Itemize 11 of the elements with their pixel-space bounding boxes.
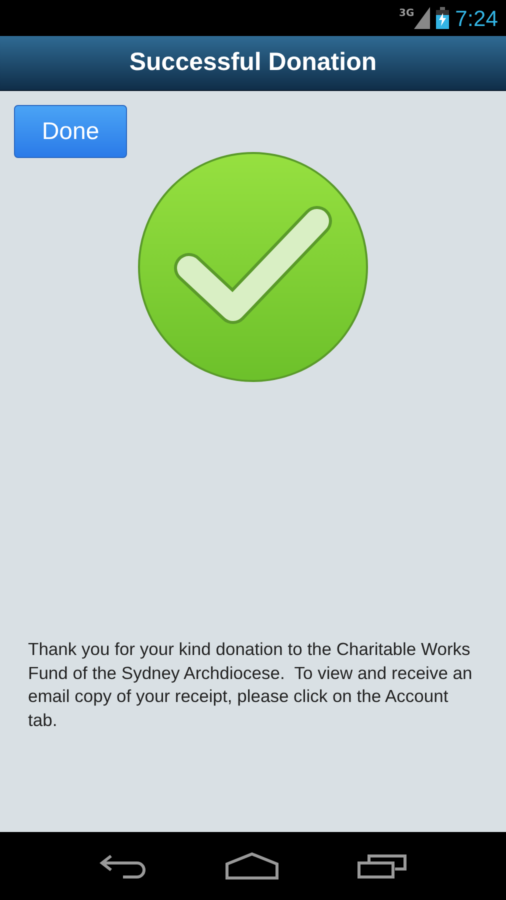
home-icon[interactable] (225, 852, 279, 880)
clock: 7:24 (455, 4, 498, 32)
confirmation-message: Thank you for your kind donation to the Charitable Works Fund of the Sydney Archdiocese. To view and receive an email copy of your receipt, please click on the Account tab. (28, 638, 474, 732)
recent-apps-icon[interactable] (357, 853, 407, 879)
signal-icon (414, 7, 430, 29)
back-icon[interactable] (99, 853, 147, 879)
battery-icon (436, 7, 450, 29)
done-button[interactable]: Done (14, 105, 127, 158)
checkmark-icon (137, 151, 369, 383)
network-label: 3G (399, 7, 414, 21)
screen-title: Successful Donation (129, 47, 377, 78)
